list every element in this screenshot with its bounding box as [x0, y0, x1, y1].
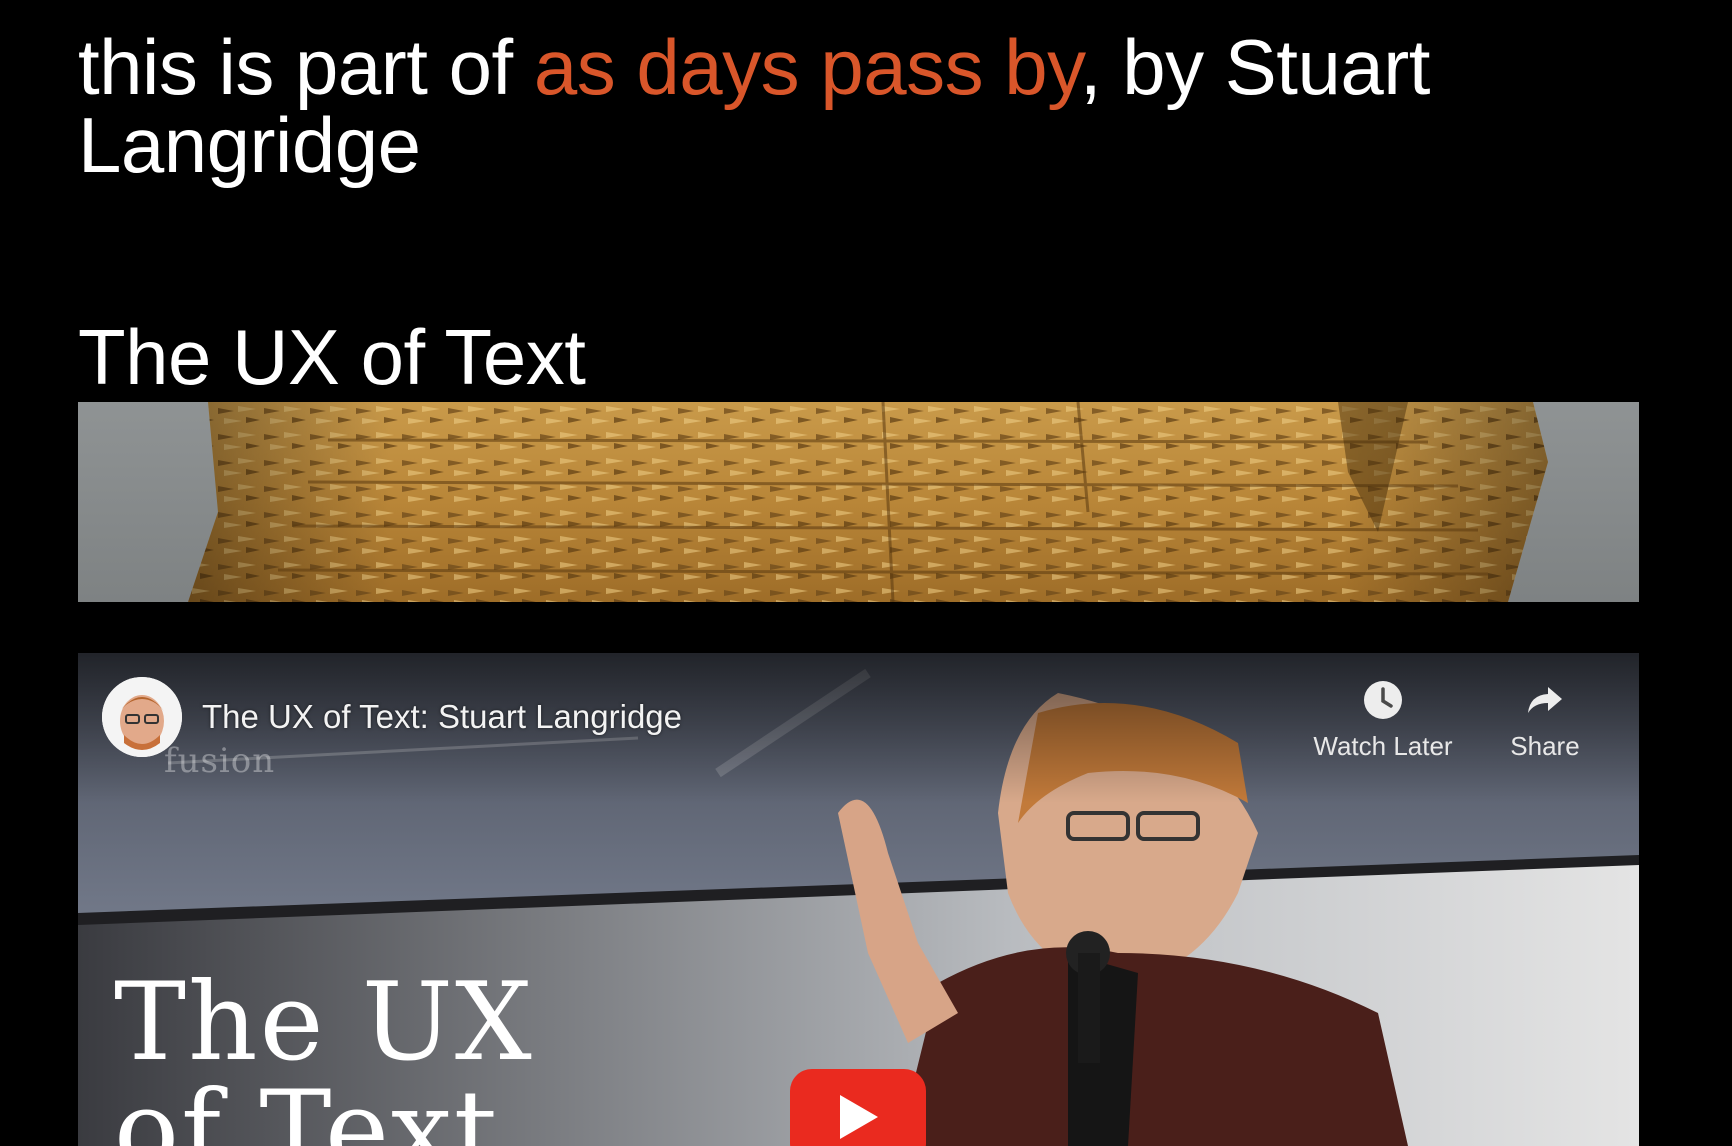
- share-label: Share: [1510, 731, 1580, 761]
- thumbnail-title-line-2: of Text: [114, 1068, 500, 1146]
- share-arrow-icon: [1528, 687, 1562, 713]
- share-button[interactable]: Share: [1460, 679, 1630, 762]
- series-link[interactable]: as days pass by: [534, 23, 1081, 111]
- video-embed[interactable]: The UX of Text: Stuart Langridge fusion …: [78, 653, 1639, 1146]
- page: this is part of as days pass by, by Stua…: [0, 0, 1732, 1146]
- play-button[interactable]: [790, 1069, 926, 1146]
- post-title: The UX of Text: [78, 313, 586, 401]
- watch-later-label: Watch Later: [1313, 731, 1453, 761]
- thumbnail-title-line-1: The UX: [114, 960, 534, 1085]
- play-icon: [840, 1095, 878, 1139]
- video-title[interactable]: The UX of Text: Stuart Langridge: [202, 697, 682, 737]
- thumbnail-title: The UX of Text: [114, 969, 534, 1146]
- series-heading: this is part of as days pass by, by Stua…: [78, 28, 1578, 184]
- clock-icon: [1364, 681, 1402, 719]
- series-prefix: this is part of: [78, 23, 534, 111]
- cuneiform-tablet-image: [78, 402, 1639, 602]
- fusion-watermark: fusion: [164, 741, 276, 781]
- watch-later-button[interactable]: Watch Later: [1298, 679, 1468, 762]
